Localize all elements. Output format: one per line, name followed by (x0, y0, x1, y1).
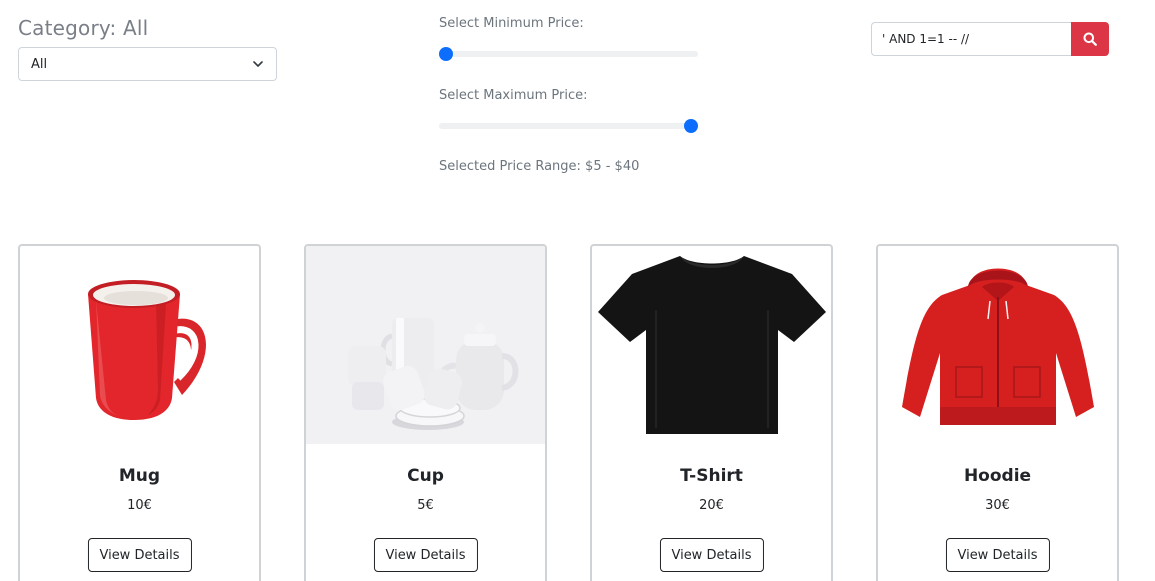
view-details-button[interactable]: View Details (945, 538, 1050, 572)
search-input[interactable] (871, 22, 1072, 56)
view-details-button[interactable]: View Details (373, 538, 478, 572)
selected-price-range: Selected Price Range: $5 - $40 (439, 159, 640, 174)
product-image (306, 246, 545, 444)
chevron-down-icon (253, 61, 263, 67)
red-hoodie-image (901, 268, 1094, 425)
product-card: Cup 5€ View Details (304, 244, 547, 581)
product-name: Mug (118, 466, 161, 486)
red-mug-image (87, 280, 206, 420)
category-select-value: All (31, 56, 48, 72)
min-price-label: Select Minimum Price: (439, 16, 584, 31)
product-name: Cup (407, 466, 444, 486)
slider-track (439, 51, 698, 57)
black-tshirt-image (597, 256, 826, 434)
view-details-button[interactable]: View Details (659, 538, 764, 572)
min-price-slider[interactable] (439, 46, 698, 62)
slider-thumb[interactable] (439, 47, 453, 61)
white-tea-set-image (306, 246, 545, 444)
max-price-label: Select Maximum Price: (439, 88, 588, 103)
product-price: 5€ (417, 498, 434, 513)
product-card: T-Shirt 20€ View Details (590, 244, 833, 581)
product-image (878, 246, 1117, 444)
slider-thumb[interactable] (684, 119, 698, 133)
product-name: T-Shirt (680, 466, 743, 486)
product-card: Hoodie 30€ View Details (876, 244, 1119, 581)
product-price: 10€ (127, 498, 152, 513)
product-name: Hoodie (963, 466, 1032, 486)
shop-page: Category: All All Select Minimum Price: … (0, 0, 1155, 581)
max-price-slider[interactable] (439, 118, 698, 134)
product-image (592, 246, 831, 444)
product-card: Mug 10€ View Details (18, 244, 261, 581)
search-icon (1083, 32, 1097, 46)
product-price: 30€ (985, 498, 1010, 513)
search-button[interactable] (1071, 22, 1109, 56)
category-title: Category: All (18, 16, 149, 40)
view-details-button[interactable]: View Details (87, 538, 192, 572)
category-select[interactable]: All (18, 47, 277, 81)
slider-track (439, 123, 698, 129)
product-price: 20€ (699, 498, 724, 513)
product-image (20, 246, 259, 444)
